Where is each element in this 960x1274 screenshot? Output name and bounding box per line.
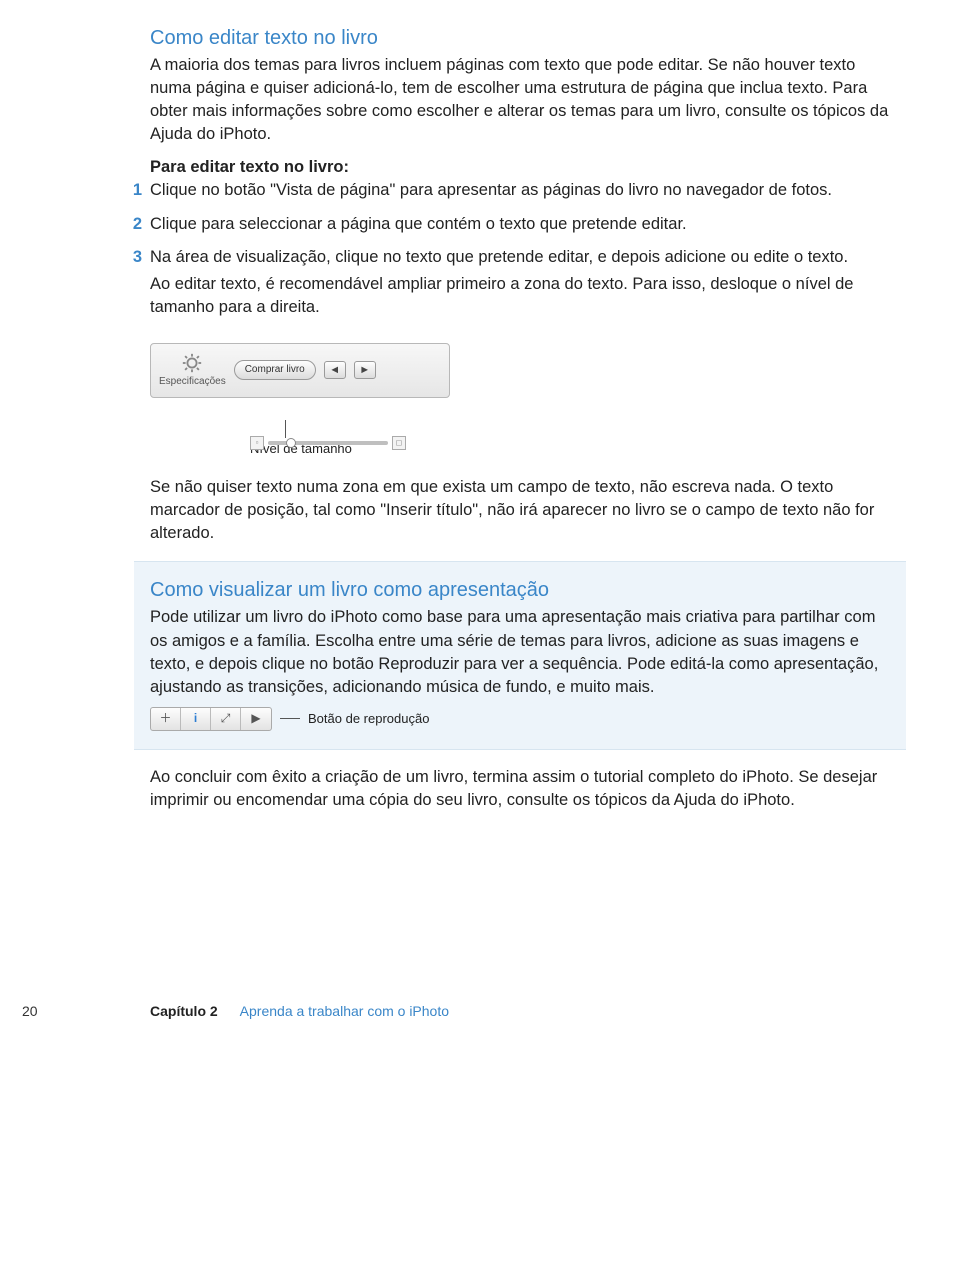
bottom-button-bar: ＋ i ⤢ ▶ — [150, 707, 272, 731]
page-footer: 20 Capítulo 2 Aprenda a trabalhar com o … — [0, 1002, 960, 1022]
step-3b-text: Ao editar texto, é recomendável ampliar … — [150, 273, 890, 319]
steps-list: 1 Clique no botão "Vista de página" para… — [150, 179, 890, 322]
play-button-callout: Botão de reprodução — [308, 710, 429, 728]
fullscreen-button[interactable]: ⤢ — [211, 708, 241, 730]
chapter-number: Capítulo 2 — [150, 1002, 218, 1022]
section-heading-edit-text: Como editar texto no livro — [150, 24, 890, 52]
page-number: 20 — [22, 1002, 38, 1022]
step-number: 2 — [126, 213, 150, 236]
book-toolbar: Especificações Comprar livro ◄ ► — [150, 343, 450, 398]
callout-line — [280, 718, 300, 719]
zoom-slider-row: ▫ ◻ — [250, 436, 406, 450]
intro-paragraph: A maioria dos temas para livros incluem … — [150, 54, 890, 146]
arrow-right-icon: ► — [359, 363, 370, 378]
plus-icon: ＋ — [159, 710, 171, 727]
specifications-button[interactable]: Especificações — [159, 352, 226, 389]
steps-lead: Para editar texto no livro: — [150, 156, 890, 179]
add-button[interactable]: ＋ — [151, 708, 181, 730]
expand-icon: ⤢ — [221, 710, 231, 727]
buy-book-button[interactable]: Comprar livro — [234, 360, 316, 380]
step-number: 1 — [126, 179, 150, 202]
toolbar-figure: Especificações Comprar livro ◄ ► ▫ ◻ Nív… — [150, 343, 890, 458]
zoom-slider-knob[interactable] — [286, 438, 296, 448]
slideshow-info-box: Como visualizar um livro como apresentaç… — [134, 561, 906, 749]
step-3a-text: Na área de visualização, clique no texto… — [150, 246, 890, 269]
info-icon: i — [194, 710, 197, 727]
arrow-left-icon: ◄ — [329, 363, 340, 378]
slideshow-paragraph: Pode utilizar um livro do iPhoto como ba… — [150, 606, 890, 698]
gear-icon — [181, 352, 203, 374]
zoom-in-icon[interactable]: ◻ — [392, 436, 406, 450]
step-number: 3 — [126, 246, 150, 269]
zoom-slider[interactable] — [268, 441, 388, 445]
closing-paragraph: Ao concluir com êxito a criação de um li… — [150, 766, 890, 812]
after-toolbar-paragraph: Se não quiser texto numa zona em que exi… — [150, 476, 890, 545]
chapter-title: Aprenda a trabalhar com o iPhoto — [240, 1002, 449, 1022]
step-2-text: Clique para seleccionar a página que con… — [150, 213, 890, 236]
step-1-text: Clique no botão "Vista de página" para a… — [150, 179, 890, 202]
section-heading-slideshow: Como visualizar um livro como apresentaç… — [150, 576, 890, 604]
info-button[interactable]: i — [181, 708, 211, 730]
zoom-out-icon[interactable]: ▫ — [250, 436, 264, 450]
prev-page-button[interactable]: ◄ — [324, 361, 346, 379]
next-page-button[interactable]: ► — [354, 361, 376, 379]
play-button[interactable]: ▶ — [241, 708, 271, 730]
play-icon: ▶ — [251, 710, 260, 727]
specifications-label: Especificações — [159, 375, 226, 389]
